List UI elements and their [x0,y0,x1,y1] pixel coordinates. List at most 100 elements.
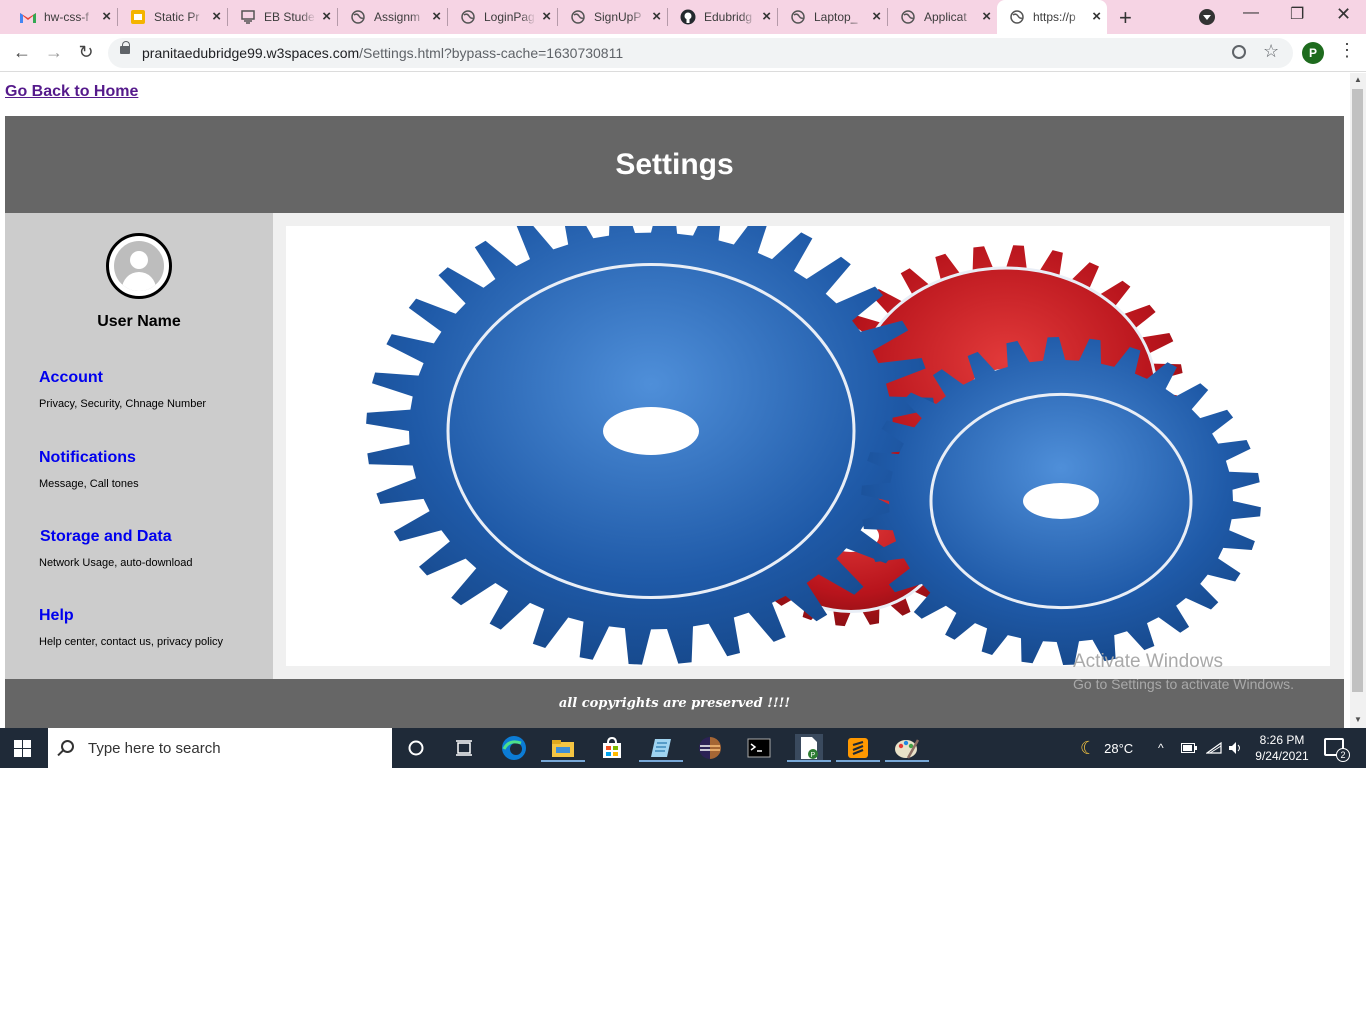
tab-title: Static Pr [154,10,200,24]
tab-title: Assignm [374,10,421,24]
help-link[interactable]: Help [39,607,223,625]
browser-tab[interactable]: Edubridg × [660,0,778,34]
page-scrollbar[interactable]: ▲ ▼ [1350,73,1366,728]
browser-tab[interactable]: Static Pr × [110,0,228,34]
command-prompt-icon[interactable] [745,734,773,762]
taskbar-search-box[interactable]: Type here to search [48,728,392,768]
forward-arrow-icon[interactable]: → [42,40,66,64]
gears-group [366,197,1261,665]
scroll-up-icon[interactable]: ▲ [1354,75,1362,84]
tab-search-icon[interactable] [1199,9,1215,25]
close-window-icon[interactable]: ✕ [1336,4,1351,25]
notifications-link[interactable]: Notifications [39,449,139,467]
wifi-icon[interactable] [1206,728,1222,768]
copyright-text: all copyrights are preserved !!!! [558,696,791,711]
tab-title: LoginPag [484,10,535,24]
user-avatar-icon [106,233,172,299]
settings-item-account: Account Privacy, Security, Chnage Number [39,369,206,410]
watermark-subtitle: Go to Settings to activate Windows. [1073,676,1294,692]
action-center-icon[interactable]: 2 [1324,738,1350,762]
zoom-icon[interactable] [1232,45,1246,59]
microsoft-store-icon[interactable] [598,734,626,762]
weather-widget[interactable]: ☾ 28°C [1080,728,1133,768]
windows-start-icon[interactable] [14,740,31,757]
blue-gear-large-hole [603,407,699,455]
task-view-icon[interactable] [450,734,478,762]
tab-title: https://p [1033,10,1076,24]
battery-icon[interactable] [1181,728,1197,768]
taskbar-clock[interactable]: 8:26 PM 9/24/2021 [1250,732,1314,764]
browser-tab[interactable]: Assignm × [330,0,448,34]
page-title: Settings [615,147,734,181]
weather-moon-icon: ☾ [1080,737,1097,758]
settings-gears-image [286,197,1330,666]
browser-tab-active[interactable]: https://p × [997,0,1107,34]
address-bar[interactable]: pranitaedubridge99.w3spaces.com/Settings… [108,38,1293,68]
storage-description: Network Usage, auto-download [39,557,193,569]
clock-date: 9/24/2021 [1255,749,1309,763]
volume-icon[interactable] [1228,728,1244,768]
account-link[interactable]: Account [39,369,206,387]
tab-title: Applicat [924,10,967,24]
tab-title: Laptop_ [814,10,858,24]
taskbar-search-placeholder: Type here to search [88,740,221,757]
lock-icon[interactable] [120,41,130,54]
browser-tab[interactable]: Applicat × [880,0,997,34]
notepad-app-icon[interactable] [639,734,683,762]
tab-title: EB Stude [264,10,315,24]
browser-tab[interactable]: EB Stude × [220,0,338,34]
browser-tab-strip: hw-css-f × Static Pr × EB Stude × Assign… [0,0,1366,34]
settings-content-area [273,197,1344,679]
edge-browser-icon[interactable] [500,734,528,762]
gmail-icon [20,9,36,25]
reload-icon[interactable]: ↻ [74,40,98,64]
show-hidden-icons-chevron-icon[interactable]: ^ [1158,728,1164,768]
settings-item-storage: Storage and Data Network Usage, auto-dow… [39,528,193,569]
windows-taskbar: Type here to search P ☾ 28°C ^ 8:26 PM 9… [0,728,1366,768]
gears-illustration [366,197,1261,665]
url-text[interactable]: pranitaedubridge99.w3spaces.com/Settings… [142,45,623,61]
profile-avatar[interactable]: P [1302,42,1324,64]
browser-tab[interactable]: SignUpP × [550,0,668,34]
settings-item-help: Help Help center, contact us, privacy po… [39,607,223,648]
activate-windows-watermark: Activate Windows Go to Settings to activ… [1073,651,1294,692]
go-back-home-link[interactable]: Go Back to Home [5,83,138,101]
globe-icon [570,9,586,25]
page-header: Settings [5,116,1344,213]
new-tab-button[interactable]: + [1119,5,1132,31]
browser-tab[interactable]: Laptop_ × [770,0,888,34]
restore-icon[interactable]: ❐ [1290,4,1304,24]
bookmark-star-icon[interactable]: ☆ [1263,41,1279,62]
storage-and-data-link[interactable]: Storage and Data [40,528,192,546]
paint-app-icon[interactable] [885,734,929,762]
scrollbar-thumb[interactable] [1352,89,1363,692]
browser-tab[interactable]: LoginPag × [440,0,558,34]
tab-title: hw-css-f [44,10,89,24]
scroll-down-icon[interactable]: ▼ [1354,715,1362,724]
blue-gear-right-hole [1023,483,1099,519]
eclipse-ide-icon[interactable] [696,734,724,762]
browser-tab[interactable]: hw-css-f × [0,0,118,34]
globe-icon [460,9,476,25]
eb-icon [240,9,256,25]
notification-count-badge: 2 [1336,748,1350,762]
tab-title: Edubridg [704,10,753,24]
close-tab-icon[interactable]: × [1092,9,1101,24]
globe-icon [1009,9,1025,25]
minimize-icon[interactable]: — [1243,4,1259,22]
github-icon [680,9,696,25]
help-description: Help center, contact us, privacy policy [39,636,224,648]
temperature-text: 28°C [1104,740,1134,756]
globe-icon [900,9,916,25]
search-icon [61,740,74,753]
user-name: User Name [97,313,181,330]
sublime-text-icon[interactable] [836,734,880,762]
close-tab-icon[interactable]: × [982,9,991,24]
browser-menu-icon[interactable]: ⋮ [1338,40,1356,61]
tab-title: SignUpP [594,10,642,24]
file-explorer-icon[interactable] [541,734,585,762]
globe-icon [790,9,806,25]
back-arrow-icon[interactable]: ← [10,40,34,64]
notepad-file-icon[interactable]: P [787,734,831,762]
cortana-icon[interactable] [402,734,430,762]
